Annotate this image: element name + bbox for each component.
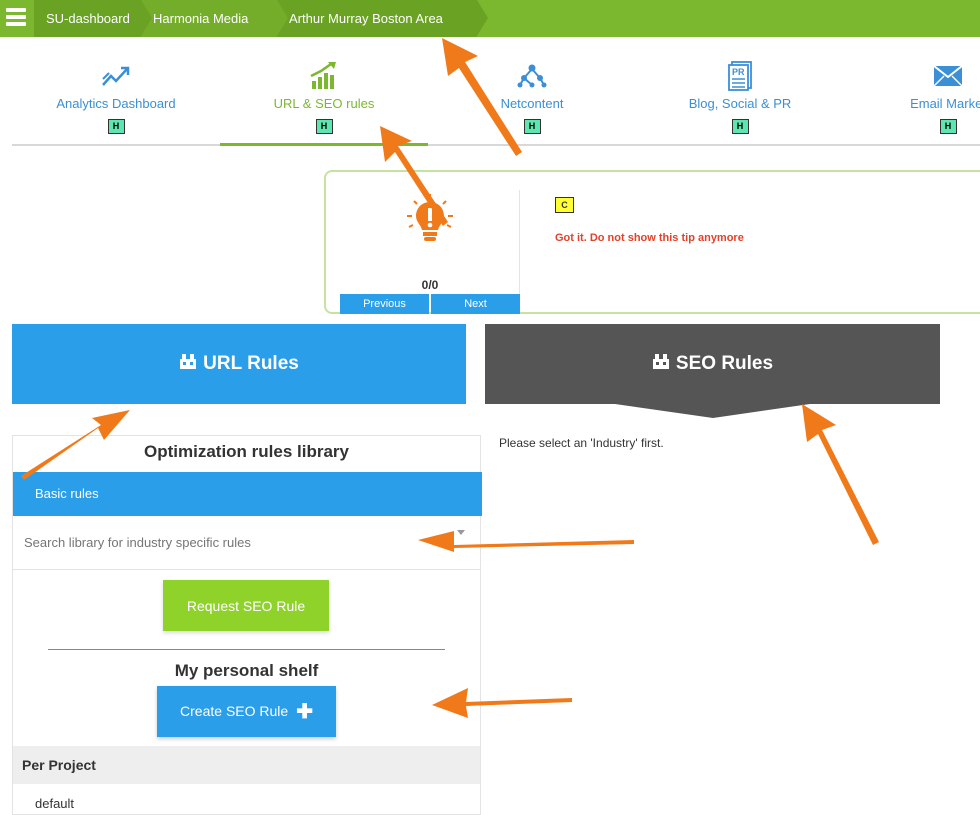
h-badge: H: [939, 119, 957, 134]
section-divider: [48, 649, 445, 650]
h-badge: H: [107, 119, 125, 134]
url-rules-label: URL Rules: [203, 353, 299, 374]
create-button-label: Create SEO Rule: [180, 703, 289, 719]
next-tip-button[interactable]: Next: [431, 294, 520, 314]
create-seo-rule-button[interactable]: Create SEO Rule ✚: [157, 686, 336, 737]
tip-counter: 0/0: [421, 278, 439, 292]
breadcrumb-separator-icon: [277, 0, 288, 36]
tab-analytics-dashboard[interactable]: Analytics Dashboard H: [12, 58, 220, 144]
chevron-down-icon[interactable]: [457, 530, 465, 535]
active-tab-indicator: [220, 143, 428, 146]
tab-email-market[interactable]: Email Market H: [844, 58, 980, 144]
rules-icon: [179, 353, 197, 376]
c-badge: C: [555, 197, 574, 213]
bar-chart-up-icon: [220, 58, 428, 94]
tip-box: 0/0 Previous Next C Got it. Do not show …: [324, 170, 980, 314]
library-search-input[interactable]: [13, 516, 463, 569]
plus-icon: ✚: [296, 701, 313, 723]
hamburger-menu-icon[interactable]: [6, 8, 26, 28]
tab-blog-social-pr[interactable]: PR Blog, Social & PR H: [636, 58, 844, 144]
pr-document-icon: PR: [636, 58, 844, 94]
tabs-divider: [12, 144, 980, 146]
url-rules-panel[interactable]: URL Rules: [12, 324, 466, 404]
request-seo-rule-button[interactable]: Request SEO Rule: [163, 580, 329, 631]
previous-tip-button[interactable]: Previous: [340, 294, 429, 314]
personal-shelf-title: My personal shelf: [174, 661, 319, 680]
library-title: Optimization rules library: [144, 442, 349, 461]
breadcrumb-separator-icon: [477, 0, 488, 36]
tab-netcontent[interactable]: Netcontent H: [428, 58, 636, 144]
rules-icon: [652, 353, 670, 376]
top-navigation-bar: SU-dashboard Harmonia Media Arthur Murra…: [0, 0, 980, 37]
h-badge: H: [315, 119, 333, 134]
h-badge: H: [523, 119, 541, 134]
optimization-rules-library: Optimization rules library Basic rules R…: [12, 435, 482, 815]
tab-url-seo-rules[interactable]: URL & SEO rules H: [220, 58, 428, 144]
library-search: [13, 516, 480, 570]
tab-label: Email Market: [910, 96, 980, 111]
default-project-item[interactable]: default: [35, 796, 74, 811]
per-project-header: Per Project: [13, 746, 480, 784]
tab-label: Netcontent: [500, 96, 564, 111]
dismiss-tip-link[interactable]: Got it. Do not show this tip anymore: [555, 232, 744, 244]
tab-label: Blog, Social & PR: [688, 96, 792, 111]
tip-navigation: 0/0 Previous Next: [340, 190, 520, 314]
basic-rules-item[interactable]: Basic rules: [13, 472, 482, 516]
breadcrumb-harmonia-media[interactable]: Harmonia Media: [141, 0, 277, 37]
select-industry-message: Please select an 'Industry' first.: [499, 436, 664, 450]
breadcrumb-arthur-murray[interactable]: Arthur Murray Boston Area: [277, 0, 477, 37]
tab-label: Analytics Dashboard: [56, 96, 176, 111]
analytics-chart-icon: [12, 58, 220, 94]
breadcrumb-separator-icon: [141, 0, 152, 36]
seo-panel-pointer: [615, 404, 810, 418]
seo-rules-label: SEO Rules: [675, 353, 774, 374]
annotation-arrow-icon: [802, 404, 879, 545]
h-badge: H: [731, 119, 749, 134]
seo-rules-panel[interactable]: SEO Rules: [485, 324, 940, 404]
envelope-icon: [844, 58, 980, 94]
svg-text:PR: PR: [732, 67, 745, 77]
lightbulb-warning-icon: [402, 192, 458, 253]
breadcrumb-su-dashboard[interactable]: SU-dashboard: [34, 0, 141, 37]
network-icon: [428, 58, 636, 94]
tab-label: URL & SEO rules: [273, 96, 375, 111]
module-tabs: Analytics Dashboard H URL & SEO rules H …: [12, 58, 980, 146]
